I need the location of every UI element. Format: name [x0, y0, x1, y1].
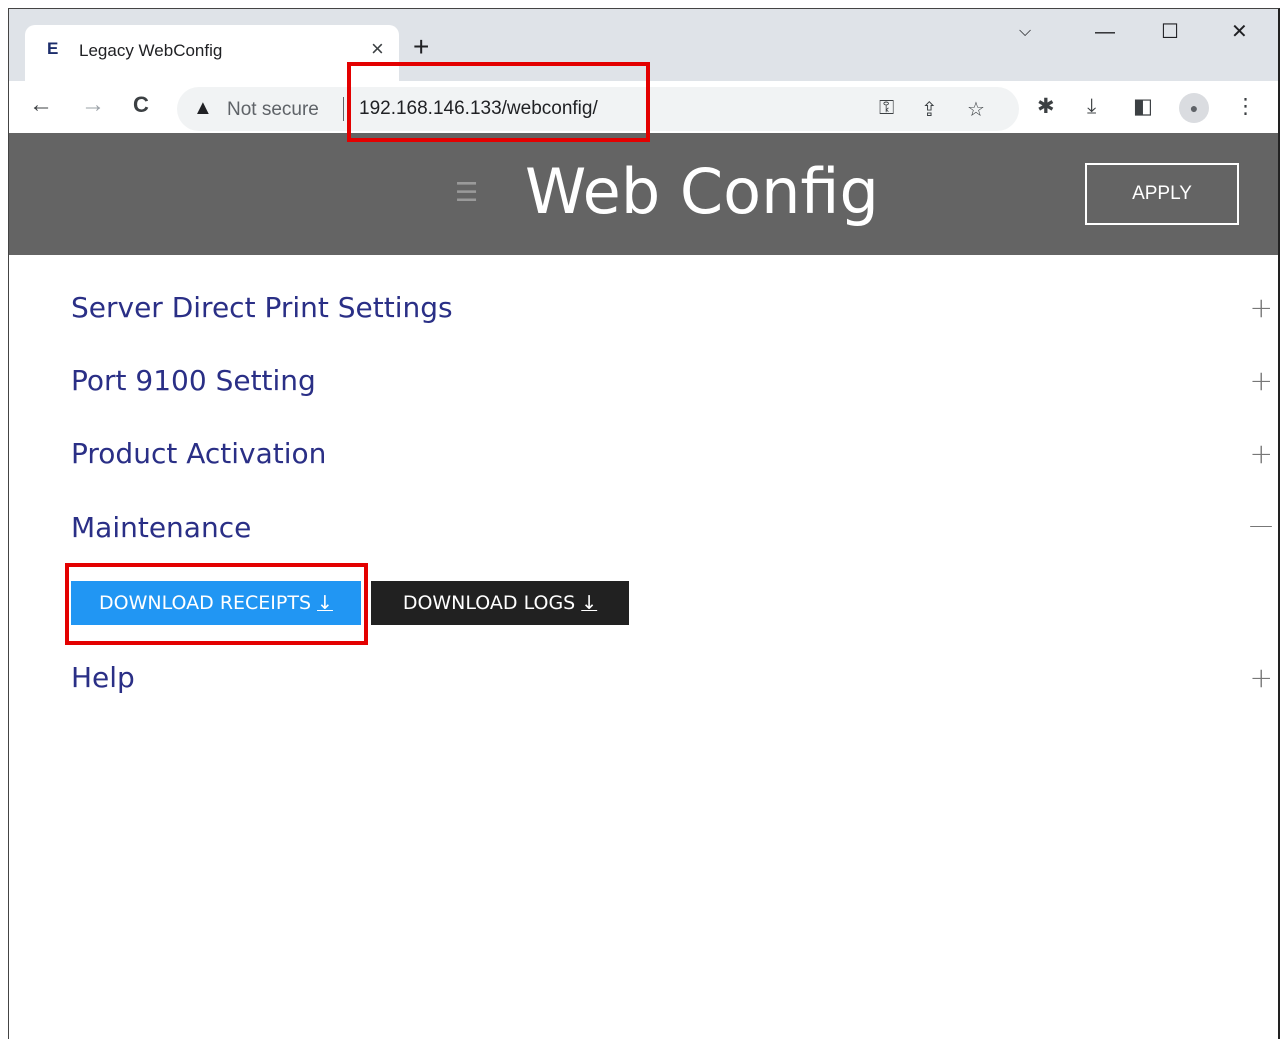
- section-title[interactable]: Product Activation: [71, 437, 326, 470]
- download-receipts-label: DOWNLOAD RECEIPTS: [99, 592, 312, 614]
- favicon-icon: E: [47, 39, 59, 58]
- key-icon[interactable]: ⚿: [879, 97, 894, 120]
- browser-menu-icon[interactable]: ⋮: [1235, 95, 1256, 119]
- expand-icon[interactable]: +: [1250, 661, 1273, 694]
- page-title: Web Config: [525, 155, 879, 228]
- security-label[interactable]: Not secure: [227, 99, 319, 121]
- tab-strip: E Legacy WebConfig × + ⌵ — ☐ ✕: [9, 9, 1278, 89]
- section-port-9100[interactable]: Port 9100 Setting +: [71, 364, 1278, 404]
- download-logs-button[interactable]: DOWNLOAD LOGS ↓: [371, 581, 629, 625]
- forward-icon[interactable]: →: [81, 91, 105, 119]
- window-close-icon[interactable]: ✕: [1231, 21, 1248, 43]
- browser-window: E Legacy WebConfig × + ⌵ — ☐ ✕ ← → C ▲ N…: [8, 8, 1280, 1039]
- download-logs-label: DOWNLOAD LOGS: [402, 592, 576, 614]
- download-receipts-button[interactable]: DOWNLOAD RECEIPTS ↓: [71, 581, 361, 625]
- settings-sliders-icon: ☰: [455, 177, 479, 207]
- expand-icon[interactable]: +: [1250, 291, 1273, 324]
- extensions-icon[interactable]: ✱: [1037, 95, 1055, 119]
- section-title[interactable]: Maintenance: [71, 511, 251, 544]
- tab-title: Legacy WebConfig: [79, 41, 223, 60]
- reload-icon[interactable]: C: [133, 91, 149, 119]
- bookmark-star-icon[interactable]: ☆: [967, 97, 985, 122]
- collapse-icon[interactable]: —: [1249, 511, 1273, 539]
- download-arrow-icon: ↓: [317, 592, 333, 614]
- browser-toolbar: ← → C ▲ Not secure 192.168.146.133/webco…: [9, 81, 1278, 133]
- page-header: ☰ Web Config APPLY: [9, 133, 1278, 255]
- back-icon[interactable]: ←: [29, 91, 53, 119]
- side-panel-icon[interactable]: ◧: [1133, 95, 1153, 119]
- omnibox-divider: [343, 97, 344, 121]
- download-icon[interactable]: ⤓: [1087, 95, 1096, 119]
- section-product-activation[interactable]: Product Activation +: [71, 437, 1278, 477]
- expand-icon[interactable]: +: [1250, 437, 1273, 470]
- section-server-direct-print[interactable]: Server Direct Print Settings +: [71, 291, 1278, 331]
- maximize-icon[interactable]: ☐: [1161, 21, 1179, 43]
- new-tab-icon[interactable]: +: [413, 33, 429, 61]
- url-text[interactable]: 192.168.146.133/webconfig/: [359, 98, 598, 120]
- address-bar[interactable]: ▲ Not secure 192.168.146.133/webconfig/ …: [177, 87, 1019, 131]
- tab-search-icon[interactable]: ⌵: [1019, 21, 1031, 43]
- section-maintenance[interactable]: Maintenance —: [71, 511, 1278, 551]
- section-help[interactable]: Help +: [71, 661, 1278, 701]
- share-icon[interactable]: ⇪: [921, 97, 938, 122]
- tab-close-icon[interactable]: ×: [371, 38, 384, 60]
- download-arrow-icon: ↓: [581, 592, 598, 614]
- warning-icon[interactable]: ▲: [193, 97, 213, 120]
- apply-button[interactable]: APPLY: [1085, 163, 1239, 225]
- section-title[interactable]: Port 9100 Setting: [71, 364, 316, 397]
- minimize-icon[interactable]: —: [1095, 21, 1115, 43]
- section-title[interactable]: Help: [71, 661, 135, 694]
- profile-avatar[interactable]: ●: [1179, 93, 1209, 123]
- browser-tab[interactable]: E Legacy WebConfig ×: [25, 25, 399, 89]
- section-title[interactable]: Server Direct Print Settings: [71, 291, 453, 324]
- person-icon: ●: [1189, 100, 1199, 116]
- expand-icon[interactable]: +: [1250, 364, 1273, 397]
